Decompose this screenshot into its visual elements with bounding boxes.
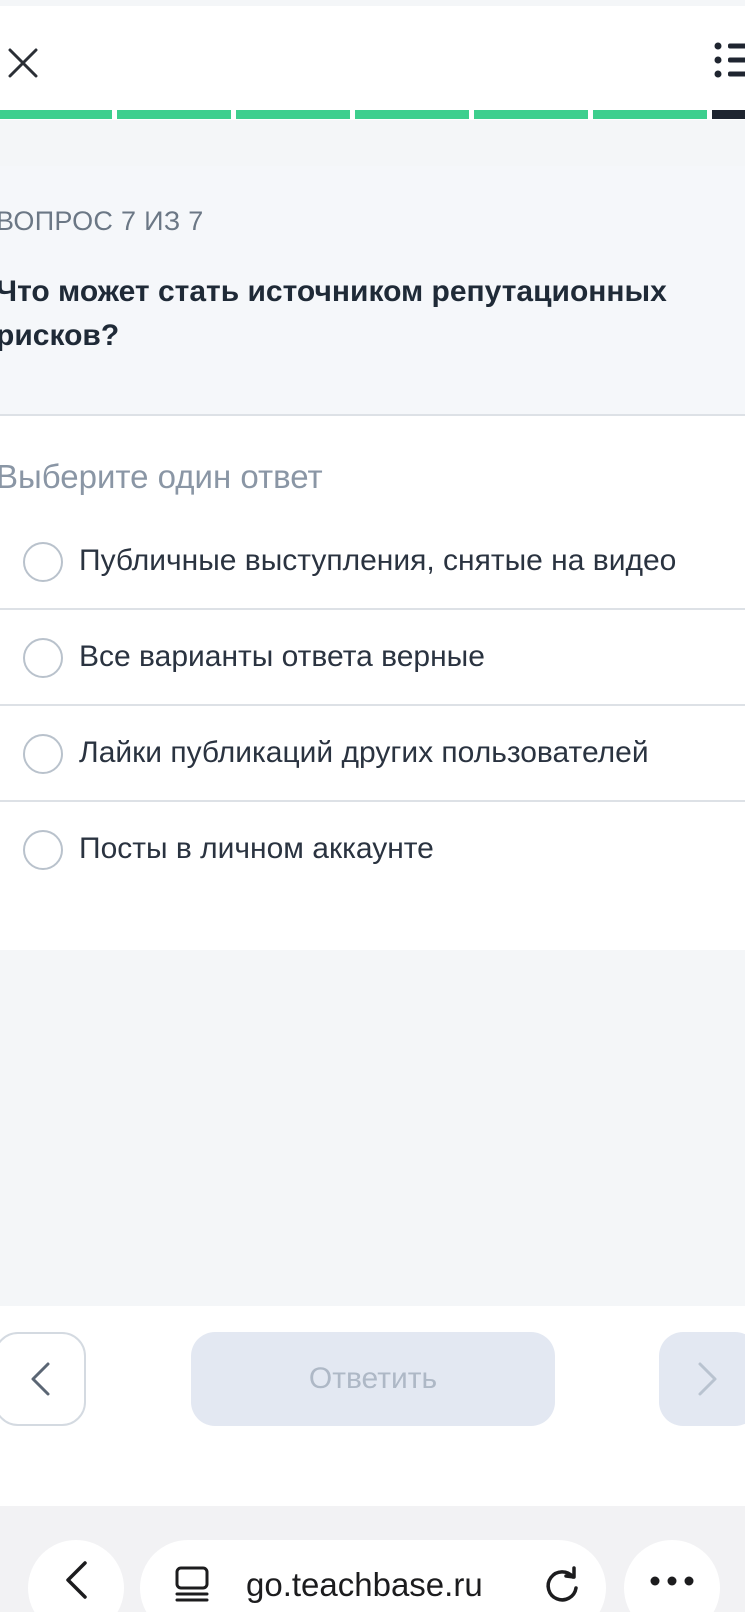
quiz-page: ВОПРОС 7 ИЗ 7 Что может стать источником… [0,0,745,1612]
progress-segment [355,110,469,119]
progress-segment [117,110,231,119]
answers-panel: Выберите один ответ Публичные выступлени… [0,416,745,950]
question-block: ВОПРОС 7 ИЗ 7 Что может стать источником… [0,166,745,416]
progress-segment [474,110,588,119]
reload-icon[interactable] [542,1564,582,1604]
answers-title: Выберите один ответ [0,458,323,495]
answer-label: Посты в личном аккаунте [79,832,434,865]
next-question-button[interactable] [659,1332,745,1426]
radio-button[interactable] [23,542,63,582]
more-icon [650,1576,694,1586]
progress-bar [0,110,745,119]
submit-answer-button[interactable]: Ответить [191,1332,555,1426]
top-bar [0,6,745,120]
chevron-left-icon [31,1362,50,1396]
browser-more-button[interactable] [624,1540,720,1612]
address-bar[interactable]: go.teachbase.ru [140,1540,606,1612]
answer-label: Публичные выступления, снятые на видео [79,544,677,577]
reader-icon[interactable] [174,1566,210,1602]
question-text: Что может стать источником репутационных… [0,275,667,352]
close-icon [8,48,38,78]
answer-option[interactable]: Публичные выступления, снятые на видео [0,514,745,610]
chevron-right-icon [698,1362,717,1396]
bottom-navigation: Ответить [0,1306,745,1506]
question-list-button[interactable] [712,40,745,86]
question-counter: ВОПРОС 7 ИЗ 7 [0,206,204,236]
progress-segment [236,110,350,119]
browser-back-button[interactable] [28,1540,124,1612]
list-icon [714,42,745,78]
answer-label: Все варианты ответа верные [79,640,485,673]
close-button[interactable] [0,40,46,86]
url-text: go.teachbase.ru [246,1566,483,1603]
radio-button[interactable] [23,638,63,678]
chevron-left-icon [66,1561,87,1599]
radio-button[interactable] [23,734,63,774]
answer-option[interactable]: Лайки публикаций других пользователей [0,706,745,802]
previous-question-button[interactable] [0,1332,86,1426]
progress-segment [0,110,112,119]
progress-segment [593,110,707,119]
answer-option[interactable]: Посты в личном аккаунте [0,802,745,898]
radio-button[interactable] [23,830,63,870]
browser-toolbar: go.teachbase.ru [0,1506,745,1612]
answer-label: Лайки публикаций других пользователей [79,736,649,769]
answer-option[interactable]: Все варианты ответа верные [0,610,745,706]
progress-segment [712,110,745,119]
